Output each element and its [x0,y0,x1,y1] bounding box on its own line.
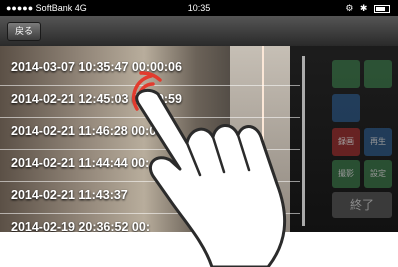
list-item[interactable]: 2014-02-19 20:36:52 00: [0,214,300,232]
status-time: 10:35 [187,3,211,13]
play-button[interactable]: 再生 [364,128,392,156]
recording-label: 2014-02-21 11:46:28 00:00: [11,124,168,138]
status-icons: ⚙ ✱ [345,0,390,16]
snapshot-button[interactable]: 撮影 [332,160,360,188]
battery-icon [374,4,390,13]
play-label: 再生 [370,137,386,146]
app-screen: ●●●●● SoftBank 4G 10:35 ⚙ ✱ 戻る 2014-03-0… [0,0,398,232]
recording-label: 2014-03-07 10:35:47 00:00:06 [11,60,182,74]
record-button[interactable]: 録画 [332,128,360,156]
settings-label: 設定 [370,169,386,178]
scrollbar[interactable] [302,56,305,226]
end-button[interactable]: 終了 [332,192,392,218]
recording-label: 2014-02-21 12:45:03 00:00:59 [11,92,182,106]
settings-button[interactable]: 設定 [364,160,392,188]
snapshot-label: 撮影 [338,169,354,178]
status-icons-text: ⚙ ✱ [345,3,370,13]
list-item[interactable]: 2014-02-21 11:46:28 00:00: [0,118,300,150]
nav-bar: 戻る [0,16,398,46]
list-item[interactable]: 2014-02-21 11:43:37 [0,182,300,214]
recording-list: 2014-03-07 10:35:47 00:00:06 2014-02-21 … [0,54,300,232]
recording-label: 2014-02-21 11:44:44 00: [11,156,150,170]
recording-label: 2014-02-19 20:36:52 00: [11,220,150,232]
back-button[interactable]: 戻る [7,22,42,41]
recording-label: 2014-02-21 11:43:37 [11,188,128,202]
camera-settings-button[interactable] [332,60,360,88]
list-item[interactable]: 2014-02-21 11:44:44 00: [0,150,300,182]
status-bar: ●●●●● SoftBank 4G 10:35 ⚙ ✱ [0,0,398,16]
list-item[interactable]: 2014-03-07 10:35:47 00:00:06 [0,54,300,86]
side-panel: 録画 再生 撮影 設定 終了 [330,56,394,226]
record-label: 録画 [338,137,354,146]
monitor-button[interactable] [332,94,360,122]
audio-button[interactable] [364,60,392,88]
list-item[interactable]: 2014-02-21 12:45:03 00:00:59 [0,86,300,118]
